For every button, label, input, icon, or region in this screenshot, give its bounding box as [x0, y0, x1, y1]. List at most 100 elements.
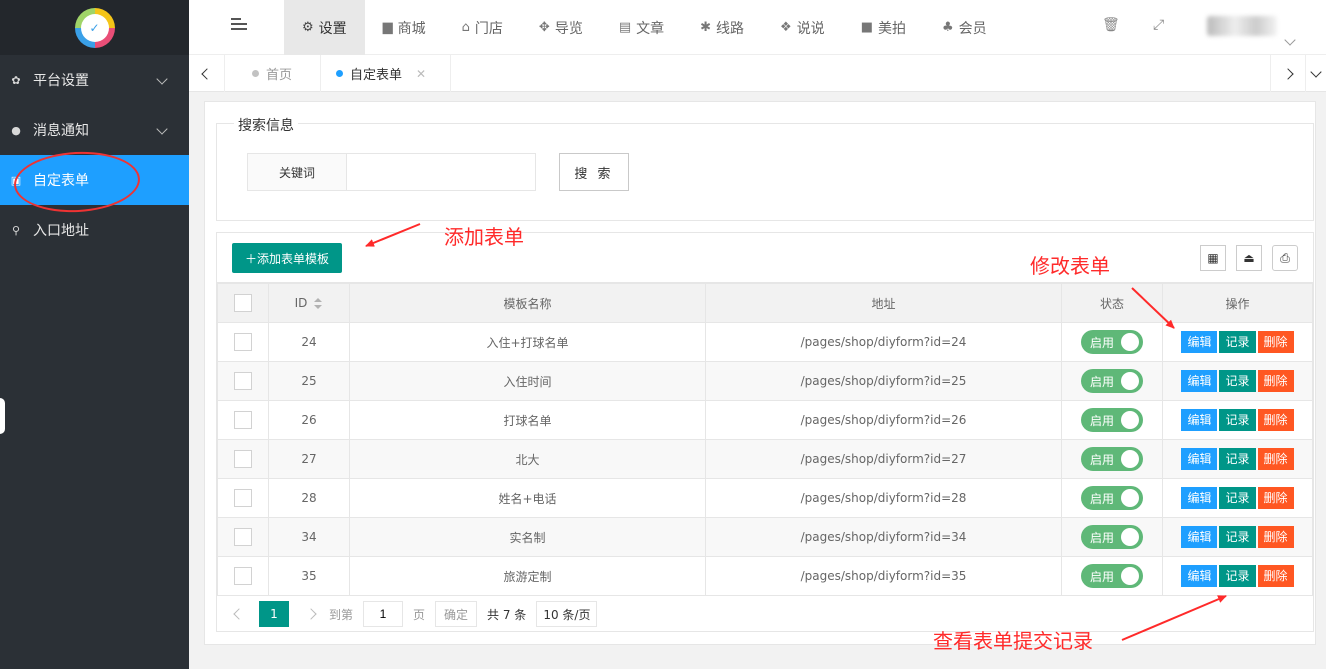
menu-fold-icon[interactable]: [231, 18, 247, 32]
topnav-members[interactable]: ♣ 会员: [924, 0, 993, 55]
topnav-articles[interactable]: ▤ 文章: [601, 0, 682, 55]
prev-page-button[interactable]: [233, 607, 245, 621]
status-toggle[interactable]: 启用: [1081, 525, 1143, 549]
top-header: ⚙ 设置 ▆ 商城 ⌂ 门店 ✥ 导览 ▤ 文章 ✱ 线路 ❖ 说说 ■ 美拍 ♣ 会员 🗑 ⤢: [189, 0, 1326, 55]
search-legend: 搜索信息: [234, 115, 298, 135]
edit-button[interactable]: 编辑: [1181, 565, 1218, 587]
status-toggle[interactable]: 启用: [1081, 369, 1143, 393]
edit-button[interactable]: 编辑: [1181, 409, 1218, 431]
delete-button[interactable]: 删除: [1257, 565, 1294, 587]
table-row: 35 旅游定制/pages/shop/diyform?id=35 启用 编辑 记录 删除: [217, 556, 1313, 596]
search-button[interactable]: 搜 索: [559, 153, 629, 191]
status-toggle[interactable]: 启用: [1081, 564, 1143, 588]
row-checkbox[interactable]: [234, 567, 252, 585]
row-checkbox[interactable]: [234, 450, 252, 468]
row-checkbox[interactable]: [234, 411, 252, 429]
goto-page-input[interactable]: [363, 601, 404, 627]
goto-label: 到第: [329, 607, 354, 622]
keyword-input[interactable]: [346, 153, 536, 191]
row-address: /pages/shop/diyform?id=35: [705, 556, 1062, 596]
tab-home[interactable]: 首页: [226, 55, 321, 92]
row-id: 34: [268, 517, 350, 557]
edit-button[interactable]: 编辑: [1181, 526, 1218, 548]
sort-icon[interactable]: [313, 297, 323, 310]
page-size-select[interactable]: 10 条/页: [536, 601, 598, 627]
chevron-down-icon[interactable]: [1284, 34, 1296, 46]
tab-scroll-right-button[interactable]: [1270, 55, 1306, 92]
record-button[interactable]: 记录: [1219, 448, 1256, 470]
topnav-posts[interactable]: ❖ 说说: [762, 0, 843, 55]
user-menu[interactable]: [1207, 16, 1277, 36]
goto-confirm-button[interactable]: 确定: [435, 601, 478, 627]
edit-button[interactable]: 编辑: [1181, 331, 1218, 353]
status-label: 启用: [1090, 413, 1115, 428]
sidebar-item-platform-settings[interactable]: ✿ 平台设置: [0, 55, 189, 105]
select-all-checkbox[interactable]: [234, 294, 252, 312]
topnav-label: 文章: [636, 20, 665, 37]
status-toggle[interactable]: 启用: [1081, 408, 1143, 432]
record-button[interactable]: 记录: [1219, 331, 1256, 353]
topnav-guide[interactable]: ✥ 导览: [521, 0, 601, 55]
record-button[interactable]: 记录: [1219, 370, 1256, 392]
status-toggle[interactable]: 启用: [1081, 447, 1143, 471]
scroll-handle[interactable]: [0, 398, 5, 434]
tab-scroll-left-button[interactable]: [189, 55, 225, 92]
table-body: 24 入住+打球名单/pages/shop/diyform?id=24 启用 编辑 记录…: [217, 322, 1313, 596]
trash-icon[interactable]: 🗑: [1102, 17, 1120, 33]
delete-button[interactable]: 删除: [1257, 370, 1294, 392]
row-checkbox[interactable]: [234, 333, 252, 351]
next-page-button[interactable]: [305, 607, 317, 621]
record-button[interactable]: 记录: [1219, 565, 1256, 587]
add-form-template-button[interactable]: ＋添加表单模板: [232, 243, 342, 273]
row-select-cell: [217, 556, 269, 596]
row-name: 北大: [349, 439, 706, 479]
topnav-photos[interactable]: ■ 美拍: [843, 0, 924, 55]
row-ops-cell: 编辑 记录 删除: [1162, 400, 1313, 440]
row-checkbox[interactable]: [234, 489, 252, 507]
toggle-knob: [1121, 372, 1139, 390]
topnav-stores[interactable]: ⌂ 门店: [444, 0, 521, 55]
close-icon[interactable]: ✕: [416, 67, 426, 81]
fullscreen-icon[interactable]: ⤢: [1153, 17, 1164, 33]
delete-button[interactable]: 删除: [1257, 487, 1294, 509]
row-id: 24: [268, 322, 350, 362]
sidebar-item-custom-forms[interactable]: ▣ 自定表单: [0, 155, 189, 205]
record-button[interactable]: 记录: [1219, 526, 1256, 548]
delete-button[interactable]: 删除: [1257, 526, 1294, 548]
shopping-bag-icon: ▆: [382, 20, 393, 35]
delete-button[interactable]: 删除: [1257, 409, 1294, 431]
topnav-routes[interactable]: ✱ 线路: [682, 0, 762, 55]
delete-button[interactable]: 删除: [1257, 448, 1294, 470]
row-select-cell: [217, 322, 269, 362]
tab-bar: 首页 自定表单 ✕: [189, 55, 1326, 92]
row-checkbox[interactable]: [234, 528, 252, 546]
topnav-mall[interactable]: ▆ 商城: [365, 0, 444, 55]
columns-filter-icon[interactable]: ▦: [1200, 245, 1226, 271]
delete-button[interactable]: 删除: [1257, 331, 1294, 353]
sidebar-item-notifications[interactable]: ● 消息通知: [0, 105, 189, 155]
row-ops-cell: 编辑 记录 删除: [1162, 517, 1313, 557]
edit-button[interactable]: 编辑: [1181, 370, 1218, 392]
toggle-knob: [1121, 450, 1139, 468]
row-ops-cell: 编辑 记录 删除: [1162, 556, 1313, 596]
table-row: 26 打球名单/pages/shop/diyform?id=26 启用 编辑 记录 删除: [217, 400, 1313, 440]
record-button[interactable]: 记录: [1219, 409, 1256, 431]
status-toggle[interactable]: 启用: [1081, 486, 1143, 510]
status-toggle[interactable]: 启用: [1081, 330, 1143, 354]
edit-button[interactable]: 编辑: [1181, 448, 1218, 470]
row-select-cell: [217, 400, 269, 440]
tab-custom-forms[interactable]: 自定表单 ✕: [321, 55, 451, 92]
print-icon[interactable]: ⎙: [1272, 245, 1298, 271]
row-name: 实名制: [349, 517, 706, 557]
current-page-button[interactable]: 1: [259, 601, 289, 627]
edit-button[interactable]: 编辑: [1181, 487, 1218, 509]
record-button[interactable]: 记录: [1219, 487, 1256, 509]
logo-icon[interactable]: ✓: [74, 7, 115, 48]
col-id[interactable]: ID: [268, 283, 350, 323]
tab-menu-button[interactable]: [1306, 55, 1326, 92]
export-icon[interactable]: ⏏: [1236, 245, 1262, 271]
toggle-knob: [1121, 528, 1139, 546]
row-checkbox[interactable]: [234, 372, 252, 390]
sidebar-item-entry-address[interactable]: ⚲ 入口地址: [0, 205, 189, 255]
topnav-settings[interactable]: ⚙ 设置: [284, 0, 365, 55]
